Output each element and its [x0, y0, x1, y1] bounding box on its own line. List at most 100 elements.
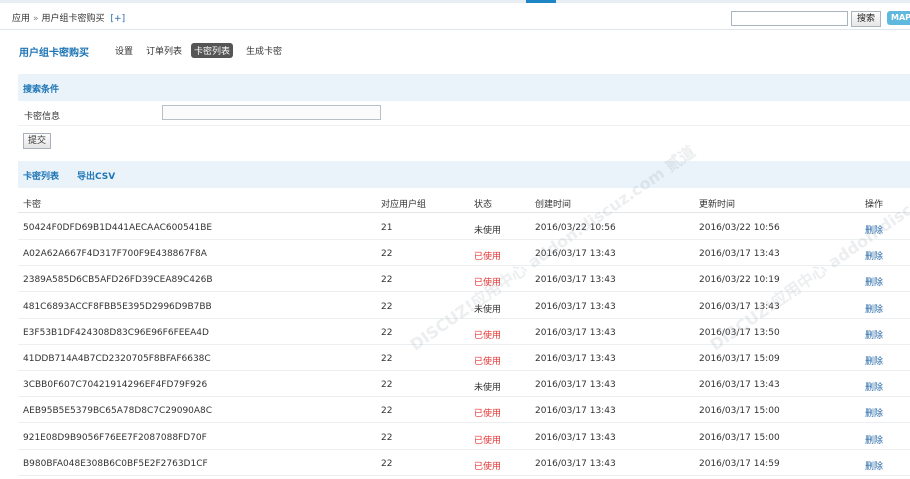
user-group: 22: [381, 380, 393, 391]
updated-time: 2016/03/17 14:59: [699, 458, 780, 469]
header-card: 卡密: [23, 200, 42, 210]
updated-time: 2016/03/17 13:43: [699, 249, 780, 260]
header-updated: 更新时间: [699, 200, 736, 210]
delete-link[interactable]: 删除: [865, 249, 883, 262]
table-row: 921E08D9B9056F76EE7F2087088FD70F 22 已使用 201…: [18, 424, 910, 450]
sub-navigation: 用户组卡密购买 设置 订单列表 卡密列表 生成卡密: [0, 38, 910, 62]
updated-time: 2016/03/17 13:43: [699, 301, 780, 312]
card-code: 2389A585D6CB5AFD26FD39CEA89C426B: [23, 275, 213, 286]
card-code: 50424F0DFD69B1D441AECAAC600541BE: [23, 223, 213, 233]
updated-time: 2016/03/22 10:56: [699, 223, 780, 233]
delete-link[interactable]: 删除: [865, 223, 883, 236]
created-time: 2016/03/17 13:43: [535, 432, 616, 443]
card-code: 921E08D9B9056F76EE7F2087088FD70F: [23, 432, 207, 443]
delete-link[interactable]: 删除: [865, 433, 883, 446]
user-group: 22: [381, 301, 393, 312]
list-section-header: 卡密列表 导出CSV: [18, 161, 910, 188]
submit-button[interactable]: 提交: [23, 133, 51, 149]
table-row: B980BFA048E308B6C0BF5E2F2763D1CF 22 已使用 201…: [18, 450, 910, 476]
table-row: 50424F0DFD69B1D441AECAAC600541BE 21 未使用 201…: [18, 214, 910, 240]
map-button[interactable]: MAP: [887, 11, 910, 25]
card-code: 3CBB0F607C70421914296EF4FD79F926: [23, 380, 208, 391]
card-info-input[interactable]: [162, 105, 381, 120]
created-time: 2016/03/17 13:43: [535, 301, 616, 312]
tab-generate-cards[interactable]: 生成卡密: [246, 44, 282, 57]
updated-time: 2016/03/17 15:09: [699, 354, 780, 364]
delete-link[interactable]: 删除: [865, 328, 883, 341]
created-time: 2016/03/22 10:56: [535, 223, 616, 233]
delete-link[interactable]: 删除: [865, 406, 883, 419]
search-input[interactable]: [731, 11, 848, 26]
created-time: 2016/03/17 13:43: [535, 458, 616, 469]
created-time: 2016/03/17 13:43: [535, 406, 616, 417]
export-csv-link[interactable]: 导出CSV: [77, 169, 115, 182]
app-title: 用户组卡密购买: [19, 48, 89, 59]
created-time: 2016/03/17 13:43: [535, 327, 616, 338]
user-group: 22: [381, 354, 393, 364]
created-time: 2016/03/17 13:43: [535, 275, 616, 286]
updated-time: 2016/03/22 10:19: [699, 275, 780, 286]
table-row: 3CBB0F607C70421914296EF4FD79F926 22 未使用 201…: [18, 371, 910, 398]
tab-card-list[interactable]: 卡密列表: [191, 43, 234, 58]
search-section-title: 搜索条件: [23, 85, 60, 95]
updated-time: 2016/03/17 15:00: [699, 406, 780, 417]
status: 已使用: [474, 357, 502, 367]
status: 未使用: [474, 304, 502, 315]
updated-time: 2016/03/17 13:43: [699, 380, 780, 391]
created-time: 2016/03/17 13:43: [535, 249, 616, 260]
search-form-row: 卡密信息: [18, 101, 910, 126]
created-time: 2016/03/17 13:43: [535, 380, 616, 391]
card-code: B980BFA048E308B6C0BF5E2F2763D1CF: [23, 458, 208, 469]
status: 未使用: [474, 226, 502, 236]
user-group: 21: [381, 223, 393, 233]
table-row: 41DDB714A4B7CD2320705F8BFAF6638C 22 已使用 201…: [18, 345, 910, 371]
breadcrumb-separator: »: [33, 14, 39, 24]
breadcrumb: 应用» 用户组卡密购买 [+]: [12, 11, 125, 24]
created-time: 2016/03/17 13:43: [535, 354, 616, 364]
delete-link[interactable]: 删除: [865, 354, 883, 367]
updated-time: 2016/03/17 13:50: [699, 327, 780, 338]
status: 未使用: [474, 383, 502, 394]
top-bar: 应用» 用户组卡密购买 [+] 搜索 MAP: [0, 3, 910, 30]
user-group: 22: [381, 275, 393, 286]
status: 已使用: [474, 461, 502, 472]
user-group: 22: [381, 458, 393, 469]
header-group: 对应用户组: [381, 200, 427, 210]
card-code: E3F53B1DF424308D83C96E96F6FEEA4D: [23, 327, 209, 338]
tab-settings[interactable]: 设置: [115, 44, 133, 57]
delete-link[interactable]: 删除: [865, 380, 883, 393]
card-code: AEB95B5E5379BC65A78D8C7C29090A8C: [23, 406, 213, 417]
header-action: 操作: [865, 200, 884, 210]
table-header: 卡密 对应用户组 状态 创建时间 更新时间 操作: [18, 189, 910, 213]
tab-order-list[interactable]: 订单列表: [146, 44, 182, 57]
search-section-header: 搜索条件: [18, 74, 910, 101]
card-code: A02A62A667F4D317F700F9E438867F8A: [23, 249, 207, 260]
breadcrumb-current: 用户组卡密购买: [41, 14, 105, 24]
status: 已使用: [474, 252, 502, 263]
status: 已使用: [474, 435, 502, 446]
table-row: A02A62A667F4D317F700F9E438867F8A 22 已使用 201…: [18, 240, 910, 267]
user-group: 22: [381, 327, 393, 338]
breadcrumb-root[interactable]: 应用: [12, 14, 30, 24]
list-section-title: 卡密列表: [23, 172, 60, 182]
updated-time: 2016/03/17 15:00: [699, 432, 780, 443]
table-row: 481C6893ACCF8FBB5E395D2996D9B7BB 22 未使用 201…: [18, 293, 910, 319]
user-group: 22: [381, 249, 393, 260]
delete-link[interactable]: 删除: [865, 302, 883, 315]
table-row: 2389A585D6CB5AFD26FD39CEA89C426B 22 已使用 201…: [18, 266, 910, 293]
delete-link[interactable]: 删除: [865, 275, 883, 288]
table-row: E3F53B1DF424308D83C96E96F6FEEA4D 22 已使用 201…: [18, 319, 910, 345]
table-row: AEB95B5E5379BC65A78D8C7C29090A8C 22 已使用 201…: [18, 397, 910, 424]
add-shortcut-link[interactable]: [+]: [111, 14, 126, 24]
header-status: 状态: [474, 200, 493, 210]
user-group: 22: [381, 432, 393, 443]
card-info-label: 卡密信息: [24, 112, 61, 122]
card-code: 481C6893ACCF8FBB5E395D2996D9B7BB: [23, 301, 212, 312]
header-created: 创建时间: [535, 200, 572, 210]
status: 已使用: [474, 278, 502, 289]
card-code: 41DDB714A4B7CD2320705F8BFAF6638C: [23, 354, 211, 364]
search-button[interactable]: 搜索: [851, 11, 881, 27]
delete-link[interactable]: 删除: [865, 459, 883, 472]
status: 已使用: [474, 409, 502, 420]
user-group: 22: [381, 406, 393, 417]
